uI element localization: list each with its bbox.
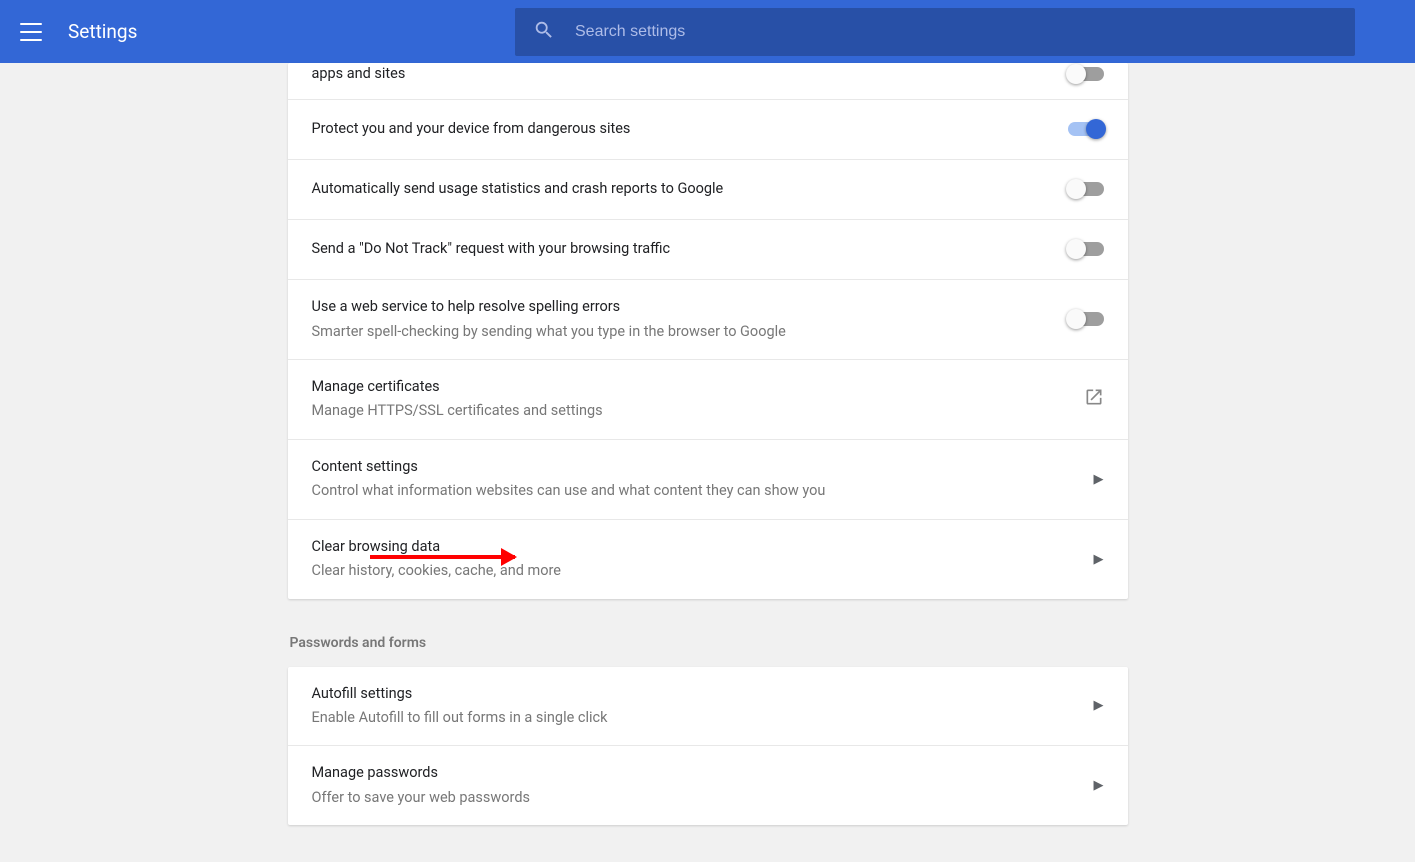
row-subtitle: Control what information websites can us… [312,479,1094,502]
row-title: Autofill settings [312,683,1094,705]
chevron-right-icon: ▶ [1094,552,1104,567]
settings-row: Protect you and your device from dangero… [288,99,1128,159]
row-text: Use a web service to help resolve spelli… [312,296,1068,343]
row-title: Content settings [312,456,1094,478]
toggle-switch[interactable] [1068,67,1104,81]
row-subtitle: Offer to save your web passwords [312,786,1094,809]
search-bar[interactable] [515,8,1355,56]
settings-row: Send a "Do Not Track" request with your … [288,219,1128,279]
settings-row[interactable]: Autofill settings Enable Autofill to fil… [288,667,1128,746]
page-title: Settings [68,20,137,43]
passwords-card: Autofill settings Enable Autofill to fil… [288,667,1128,826]
app-header: Settings [0,0,1415,63]
toggle-switch[interactable] [1068,312,1104,326]
row-text: Automatically send usage statistics and … [312,178,1068,200]
row-text: Protect you and your device from dangero… [312,118,1068,140]
section-header-passwords: Passwords and forms [290,635,1128,651]
settings-row: Use a web service to help resolve spelli… [288,279,1128,359]
row-text: Send a "Do Not Track" request with your … [312,238,1068,260]
content-area: apps and sites Protect you and your devi… [0,63,1415,862]
row-title: Send a "Do Not Track" request with your … [312,238,1068,260]
row-text: Autofill settings Enable Autofill to fil… [312,683,1094,730]
search-icon [533,19,555,45]
row-title: Automatically send usage statistics and … [312,178,1068,200]
row-title: Manage passwords [312,762,1094,784]
settings-row[interactable]: Content settings Control what informatio… [288,439,1128,519]
settings-row[interactable]: Manage certificates Manage HTTPS/SSL cer… [288,359,1128,439]
row-text: Clear browsing data Clear history, cooki… [312,536,1094,583]
chevron-right-icon: ▶ [1094,472,1104,487]
settings-row: apps and sites [288,63,1128,99]
menu-icon[interactable] [20,23,42,41]
chevron-right-icon: ▶ [1094,778,1104,793]
toggle-switch[interactable] [1068,182,1104,196]
row-title: Use a web service to help resolve spelli… [312,296,1068,318]
row-subtitle: Enable Autofill to fill out forms in a s… [312,706,1094,729]
toggle-switch[interactable] [1068,122,1104,136]
privacy-card: apps and sites Protect you and your devi… [288,63,1128,599]
row-subtitle: Manage HTTPS/SSL certificates and settin… [312,399,1084,422]
toggle-switch[interactable] [1068,242,1104,256]
row-text: Manage passwords Offer to save your web … [312,762,1094,809]
row-subtitle: Smarter spell-checking by sending what y… [312,320,1068,343]
settings-row[interactable]: Manage passwords Offer to save your web … [288,745,1128,825]
row-title: Clear browsing data [312,536,1094,558]
search-input[interactable] [575,23,1337,41]
settings-row: Automatically send usage statistics and … [288,159,1128,219]
chevron-right-icon: ▶ [1094,698,1104,713]
row-title: apps and sites [312,63,1068,85]
row-text: Content settings Control what informatio… [312,456,1094,503]
row-text: apps and sites [312,63,1068,85]
row-title: Manage certificates [312,376,1084,398]
open-external-icon[interactable] [1084,387,1104,411]
settings-row[interactable]: Clear browsing data Clear history, cooki… [288,519,1128,599]
row-title: Protect you and your device from dangero… [312,118,1068,140]
row-subtitle: Clear history, cookies, cache, and more [312,559,1094,582]
row-text: Manage certificates Manage HTTPS/SSL cer… [312,376,1084,423]
